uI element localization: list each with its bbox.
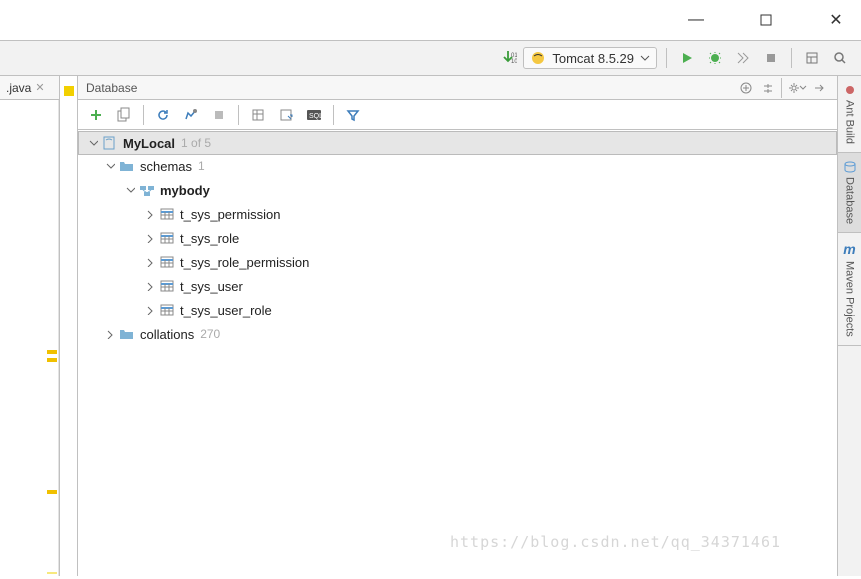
table-editor-button[interactable] xyxy=(246,103,270,127)
table-name: t_sys_role xyxy=(180,231,239,246)
table-icon xyxy=(158,255,176,269)
collations-label: collations xyxy=(140,327,194,342)
schemas-node[interactable]: schemas 1 xyxy=(78,154,837,178)
database-tree[interactable]: MyLocal 1 of 5 schemas 1 mybody t_sys_pe… xyxy=(78,130,837,576)
right-tool-strip: Ant Build Database m Maven Projects xyxy=(837,76,861,576)
minimize-icon: — xyxy=(688,11,704,29)
editor-gutter-2 xyxy=(60,76,78,576)
sidetab-database[interactable]: Database xyxy=(838,153,861,233)
sidetab-ant-build[interactable]: Ant Build xyxy=(838,76,861,153)
table-node-t-sys-user-role[interactable]: t_sys_user_role xyxy=(78,298,837,322)
debug-button[interactable] xyxy=(704,47,726,69)
table-icon xyxy=(158,303,176,317)
datasource-properties-button[interactable] xyxy=(179,103,203,127)
table-node-t-sys-user[interactable]: t_sys_user xyxy=(78,274,837,298)
duplicate-button[interactable] xyxy=(112,103,136,127)
database-header: Database xyxy=(78,76,837,100)
svg-text:SQL: SQL xyxy=(309,113,322,120)
table-node-t-sys-role[interactable]: t_sys_role xyxy=(78,226,837,250)
disconnect-button[interactable] xyxy=(207,103,231,127)
collapse-button[interactable] xyxy=(758,78,778,98)
search-everywhere-button[interactable] xyxy=(829,47,851,69)
table-name: t_sys_permission xyxy=(180,207,280,222)
close-icon: ✕ xyxy=(829,10,842,30)
schemas-count: 1 xyxy=(198,159,205,173)
editor-tab-label: .java xyxy=(6,81,31,95)
database-title: Database xyxy=(86,81,137,95)
tomcat-icon xyxy=(530,50,546,66)
minimize-button[interactable]: — xyxy=(681,5,711,35)
datasource-name: MyLocal xyxy=(123,136,175,151)
watermark-text: https://blog.csdn.net/qq_34371461 xyxy=(450,533,781,551)
folder-icon xyxy=(118,159,136,173)
make-project-button[interactable]: 0110 xyxy=(499,49,517,67)
hide-button[interactable] xyxy=(809,78,829,98)
datasource-icon xyxy=(101,135,119,151)
maximize-icon xyxy=(760,14,772,26)
table-node-t-sys-role-permission[interactable]: t_sys_role_permission xyxy=(78,250,837,274)
run-button[interactable] xyxy=(676,47,698,69)
sidetab-maven[interactable]: m Maven Projects xyxy=(838,233,861,346)
run-config-name: Tomcat 8.5.29 xyxy=(552,51,634,66)
refresh-button[interactable] xyxy=(151,103,175,127)
add-datasource-button[interactable] xyxy=(736,78,756,98)
main-toolbar: 0110 Tomcat 8.5.29 xyxy=(0,40,861,76)
schema-name: mybody xyxy=(160,183,210,198)
filter-button[interactable] xyxy=(341,103,365,127)
table-name: t_sys_user_role xyxy=(180,303,272,318)
schemas-label: schemas xyxy=(140,159,192,174)
schema-icon xyxy=(138,183,156,197)
datasource-badge: 1 of 5 xyxy=(181,136,211,150)
open-console-button[interactable]: SQL xyxy=(302,103,326,127)
stop-button[interactable] xyxy=(760,47,782,69)
datasource-node-mylocal[interactable]: MyLocal 1 of 5 xyxy=(78,131,837,155)
jump-to-console-button[interactable] xyxy=(274,103,298,127)
collations-node[interactable]: collations 270 xyxy=(78,322,837,346)
settings-button[interactable] xyxy=(787,78,807,98)
folder-icon xyxy=(118,327,136,341)
table-name: t_sys_role_permission xyxy=(180,255,309,270)
schema-node-mybody[interactable]: mybody xyxy=(78,178,837,202)
table-icon xyxy=(158,207,176,221)
run-config-dropdown[interactable]: Tomcat 8.5.29 xyxy=(523,47,657,69)
table-icon xyxy=(158,279,176,293)
maximize-button[interactable] xyxy=(751,5,781,35)
database-toolbar: SQL xyxy=(78,100,837,130)
database-icon xyxy=(844,161,856,173)
editor-left-strip: .java ✕ xyxy=(0,76,60,576)
svg-text:10: 10 xyxy=(511,59,517,65)
table-name: t_sys_user xyxy=(180,279,243,294)
project-structure-button[interactable] xyxy=(801,47,823,69)
collations-count: 270 xyxy=(200,327,220,341)
table-node-t-sys-permission[interactable]: t_sys_permission xyxy=(78,202,837,226)
editor-tab-java[interactable]: .java ✕ xyxy=(0,76,59,100)
chevron-down-icon xyxy=(640,53,650,63)
editor-marker-strip xyxy=(0,100,59,576)
close-tab-icon[interactable]: ✕ xyxy=(35,81,44,94)
database-tool-window: Database SQL MyLocal xyxy=(78,76,837,576)
window-titlebar: — ✕ xyxy=(0,0,861,40)
coverage-button[interactable] xyxy=(732,47,754,69)
new-button[interactable] xyxy=(84,103,108,127)
ant-icon xyxy=(844,84,856,96)
table-icon xyxy=(158,231,176,245)
close-button[interactable]: ✕ xyxy=(821,5,851,35)
maven-icon: m xyxy=(843,241,855,257)
